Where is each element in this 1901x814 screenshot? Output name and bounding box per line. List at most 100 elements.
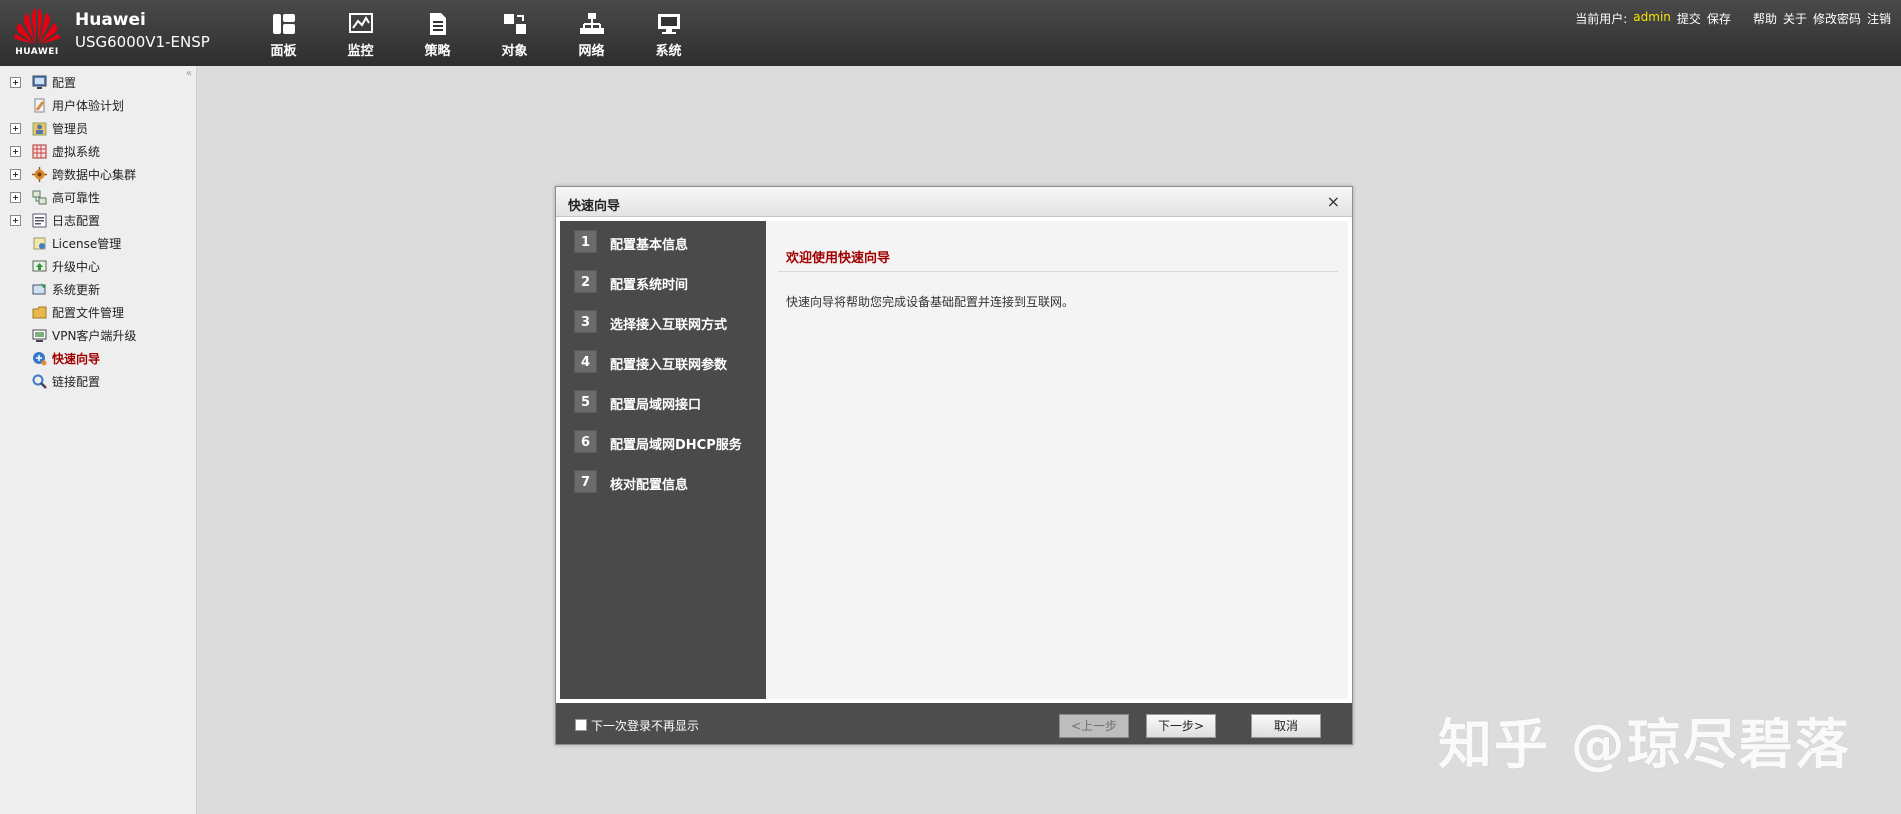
step-label: 选择接入互联网方式 [610,318,728,333]
vpn-icon [32,329,47,342]
product-brand: Huawei USG6000V1-ENSP [75,10,210,51]
quick-wizard-dialog: 快速向导 × 1 配置基本信息 2 配置系统时间 3 选择接入互联网方式 4 配… [555,186,1353,745]
nav-policy[interactable]: 策略 [399,12,476,59]
save-link[interactable]: 保存 [1707,10,1731,27]
nav-system[interactable]: 系统 [630,12,707,59]
main-nav: 面板 监控 策略 对象 网络 系统 [245,12,707,59]
sidebar-item-label: 系统更新 [52,283,101,297]
nav-dashboard[interactable]: 面板 [245,12,322,59]
link-config-icon [32,374,47,389]
expand-icon[interactable] [10,169,21,180]
cancel-button[interactable]: 取消 [1251,714,1321,738]
sidebar-item-label: 链接配置 [52,375,101,389]
license-icon [33,237,46,250]
expand-icon[interactable] [10,215,21,226]
sidebar-item-upgrade-center[interactable]: 升级中心 [0,255,197,278]
high-availability-icon [32,190,47,205]
next-step-button[interactable]: 下一步> [1146,714,1216,738]
sidebar-item-label: 升级中心 [52,260,101,274]
sidebar-item-quick-wizard[interactable]: 快速向导 [0,347,197,370]
nav-network[interactable]: 网络 [553,12,630,59]
current-user-label: 当前用户: [1575,12,1628,26]
config-file-icon [32,306,47,319]
sidebar-item-label: 管理员 [52,122,89,136]
expand-icon[interactable] [10,192,21,203]
about-link[interactable]: 关于 [1783,10,1807,27]
prev-step-button[interactable]: <上一步 [1059,714,1129,738]
welcome-title: 欢迎使用快速向导 [786,251,891,266]
sidebar-item-config[interactable]: 配置 [0,71,197,94]
nav-object-label: 对象 [501,44,528,59]
wizard-step-6[interactable]: 6 配置局域网DHCP服务 [560,421,766,461]
nav-network-label: 网络 [578,44,605,59]
step-number: 4 [574,350,597,373]
expand-icon[interactable] [10,146,21,157]
dont-show-again-checkbox[interactable] [575,719,587,731]
step-number: 3 [574,310,597,333]
wizard-step-4[interactable]: 4 配置接入互联网参数 [560,341,766,381]
wizard-step-5[interactable]: 5 配置局域网接口 [560,381,766,421]
upgrade-icon [32,260,47,272]
step-number: 6 [574,430,597,453]
sidebar-item-admin[interactable]: 管理员 [0,117,197,140]
step-number: 7 [574,470,597,493]
sidebar-item-log-config[interactable]: 日志配置 [0,209,197,232]
wizard-steps: 1 配置基本信息 2 配置系统时间 3 选择接入互联网方式 4 配置接入互联网参… [560,221,766,699]
sidebar-item-license[interactable]: License管理 [0,232,197,255]
system-update-icon [32,283,46,295]
network-icon [579,13,604,34]
sidebar-item-label: 快速向导 [52,352,101,366]
step-label: 配置接入互联网参数 [610,358,728,373]
nav-system-label: 系统 [655,44,682,59]
change-password-link[interactable]: 修改密码 [1813,10,1861,27]
wizard-step-2[interactable]: 2 配置系统时间 [560,261,766,301]
help-link[interactable]: 帮助 [1753,10,1777,27]
step-label: 配置系统时间 [610,278,689,293]
sidebar-item-label: 日志配置 [52,214,101,228]
virtual-system-icon [32,144,47,159]
wizard-step-1[interactable]: 1 配置基本信息 [560,221,766,261]
object-icon [503,14,526,34]
dialog-title: 快速向导 [568,199,621,214]
wizard-step-3[interactable]: 3 选择接入互联网方式 [560,301,766,341]
dialog-titlebar[interactable]: 快速向导 × [556,187,1352,217]
sidebar-item-label: 跨数据中心集群 [52,168,137,182]
close-icon[interactable]: × [1327,192,1340,211]
wizard-step-7[interactable]: 7 核对配置信息 [560,461,766,501]
step-label: 核对配置信息 [610,478,689,493]
sidebar-item-user-experience[interactable]: 用户体验计划 [0,94,197,117]
step-label: 配置基本信息 [610,238,689,253]
sidebar-item-label: 虚拟系统 [52,145,101,159]
divider [778,271,1338,272]
sidebar-item-cluster[interactable]: 跨数据中心集群 [0,163,197,186]
sidebar-item-config-file[interactable]: 配置文件管理 [0,301,197,324]
zhihu-watermark: 知乎 @琼尽碧落 [1438,713,1851,776]
nav-monitor[interactable]: 监控 [322,12,399,59]
policy-icon [429,13,446,35]
top-header: HUAWEI Huawei USG6000V1-ENSP 面板 监控 策略 对象… [0,0,1901,66]
nav-policy-label: 策略 [424,44,451,59]
sidebar-item-link-config[interactable]: 链接配置 [0,370,197,393]
sidebar-item-label: License管理 [52,237,122,251]
wizard-content: 欢迎使用快速向导 快速向导将帮助您完成设备基础配置并连接到互联网。 [766,221,1348,699]
brand-name: Huawei [75,10,146,30]
sidebar-item-high-availability[interactable]: 高可靠性 [0,186,197,209]
dont-show-again-label[interactable]: 下一次登录不再显示 [591,717,699,734]
logout-link[interactable]: 注销 [1867,10,1891,27]
sidebar-item-virtual-system[interactable]: 虚拟系统 [0,140,197,163]
log-config-icon [32,213,47,228]
user-toolbar: 当前用户: admin 提交 保存 帮助 关于 修改密码 注销 [1575,10,1891,27]
commit-link[interactable]: 提交 [1677,10,1701,27]
expand-icon[interactable] [10,123,21,134]
nav-tree: 配置 用户体验计划 管理员 虚拟系统 跨数据中心集群 高可靠性 日志配置 Lic… [0,71,197,393]
sidebar-item-vpn-client[interactable]: VPN客户端升级 [0,324,197,347]
sidebar-item-label: 用户体验计划 [52,99,125,113]
monitor-icon [348,13,373,33]
sidebar-item-system-update[interactable]: 系统更新 [0,278,197,301]
user-experience-icon [34,98,45,113]
sidebar: « 配置 用户体验计划 管理员 虚拟系统 跨数据中心集群 高可靠性 日志配置 L… [0,66,197,814]
expand-icon[interactable] [10,77,21,88]
nav-object[interactable]: 对象 [476,12,553,59]
sidebar-item-label: 高可靠性 [52,191,101,205]
sidebar-item-label: 配置 [52,76,77,90]
